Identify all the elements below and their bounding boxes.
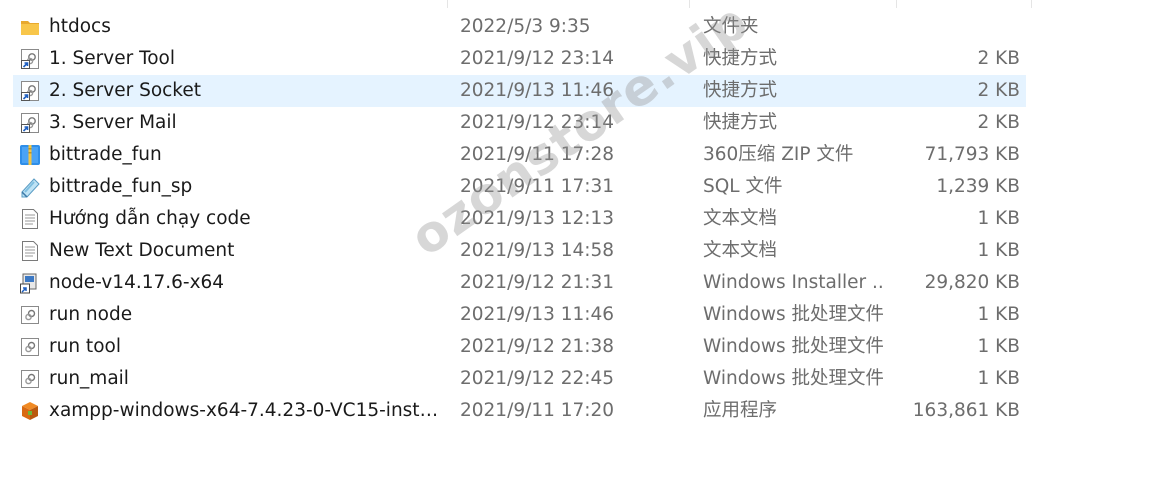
text-document-icon bbox=[19, 208, 41, 230]
file-size: 1 KB bbox=[977, 208, 1020, 229]
batch-file-icon bbox=[19, 336, 41, 358]
folder-icon bbox=[19, 16, 41, 38]
file-size: 29,820 KB bbox=[924, 272, 1020, 293]
file-size: 1 KB bbox=[977, 368, 1020, 389]
file-date-modified: 2021/9/13 14:58 bbox=[460, 240, 615, 261]
sql-file-icon bbox=[19, 176, 41, 198]
file-date-modified: 2021/9/12 22:45 bbox=[460, 368, 615, 389]
file-type: SQL 文件 bbox=[703, 176, 783, 197]
file-row[interactable]: run_mail 2021/9/12 22:45 Windows 批处理文件 1 KB bbox=[0, 363, 1166, 395]
file-list: htdocs 2022/5/3 9:35 文件夹 1. Server Tool 2021… bbox=[0, 11, 1166, 427]
file-name: 3. Server Mail bbox=[49, 112, 177, 133]
file-date-modified: 2021/9/12 21:38 bbox=[460, 336, 615, 357]
file-size: 1 KB bbox=[977, 240, 1020, 261]
file-size: 1,239 KB bbox=[936, 176, 1020, 197]
file-name: Hướng dẫn chạy code bbox=[49, 208, 251, 229]
file-type: 文本文档 bbox=[703, 208, 778, 229]
file-date-modified: 2021/9/12 23:14 bbox=[460, 112, 615, 133]
file-row[interactable]: 1. Server Tool 2021/9/12 23:14 快捷方式 2 KB bbox=[0, 43, 1166, 75]
batch-file-icon bbox=[19, 304, 41, 326]
file-size: 1 KB bbox=[977, 336, 1020, 357]
text-document-icon bbox=[19, 240, 41, 262]
file-row[interactable]: run node 2021/9/13 11:46 Windows 批处理文件 1 KB bbox=[0, 299, 1166, 331]
file-type: Windows Installer ... bbox=[703, 272, 883, 293]
file-row[interactable]: node-v14.17.6-x64 2021/9/12 21:31 Windows … bbox=[0, 267, 1166, 299]
file-name: 1. Server Tool bbox=[49, 48, 176, 69]
shortcut-icon bbox=[19, 80, 41, 102]
file-type: Windows 批处理文件 bbox=[703, 336, 883, 357]
file-explorer: htdocs 2022/5/3 9:35 文件夹 1. Server Tool 2021… bbox=[0, 0, 1166, 488]
file-size: 163,861 KB bbox=[912, 400, 1020, 421]
file-type: 快捷方式 bbox=[703, 48, 778, 69]
file-date-modified: 2021/9/11 17:31 bbox=[460, 176, 615, 197]
file-name: 2. Server Socket bbox=[49, 80, 202, 101]
file-row[interactable]: 3. Server Mail 2021/9/12 23:14 快捷方式 2 KB bbox=[0, 107, 1166, 139]
file-size: 1 KB bbox=[977, 304, 1020, 325]
file-date-modified: 2021/9/12 23:14 bbox=[460, 48, 615, 69]
file-name: bittrade_fun bbox=[49, 144, 162, 165]
installer-icon bbox=[19, 272, 41, 294]
file-type: 文件夹 bbox=[703, 16, 759, 37]
file-type: 快捷方式 bbox=[703, 80, 778, 101]
file-name: run_mail bbox=[49, 368, 129, 389]
file-date-modified: 2021/9/12 21:31 bbox=[460, 272, 615, 293]
file-row[interactable]: 2. Server Socket 2021/9/13 11:46 快捷方式 2 KB bbox=[0, 75, 1166, 107]
file-date-modified: 2021/9/11 17:28 bbox=[460, 144, 615, 165]
file-name: htdocs bbox=[49, 16, 111, 37]
file-name: node-v14.17.6-x64 bbox=[49, 272, 225, 293]
file-row[interactable]: run tool 2021/9/12 21:38 Windows 批处理文件 1 KB bbox=[0, 331, 1166, 363]
column-divider[interactable] bbox=[689, 0, 690, 8]
file-name: bittrade_fun_sp bbox=[49, 176, 193, 197]
file-row[interactable]: xampp-windows-x64-7.4.23-0-VC15-install.… bbox=[0, 395, 1166, 427]
file-row[interactable]: New Text Document 2021/9/13 14:58 文本文档 1 KB bbox=[0, 235, 1166, 267]
file-date-modified: 2021/9/11 17:20 bbox=[460, 400, 615, 421]
file-size: 2 KB bbox=[977, 80, 1020, 101]
file-row[interactable]: bittrade_fun_sp 2021/9/11 17:31 SQL 文件 1,23… bbox=[0, 171, 1166, 203]
file-name: xampp-windows-x64-7.4.23-0-VC15-install.… bbox=[49, 400, 444, 421]
shortcut-icon bbox=[19, 112, 41, 134]
file-type: 快捷方式 bbox=[703, 112, 778, 133]
zip-archive-icon bbox=[19, 144, 41, 166]
batch-file-icon bbox=[19, 368, 41, 390]
column-divider[interactable] bbox=[447, 0, 448, 8]
file-name: New Text Document bbox=[49, 240, 235, 261]
file-date-modified: 2021/9/13 11:46 bbox=[460, 80, 615, 101]
file-type: 文本文档 bbox=[703, 240, 778, 261]
file-size: 2 KB bbox=[977, 112, 1020, 133]
shortcut-icon bbox=[19, 48, 41, 70]
file-type: Windows 批处理文件 bbox=[703, 304, 883, 325]
file-name: run node bbox=[49, 304, 133, 325]
file-type: Windows 批处理文件 bbox=[703, 368, 883, 389]
file-size: 2 KB bbox=[977, 48, 1020, 69]
file-size: 71,793 KB bbox=[924, 144, 1020, 165]
application-icon bbox=[19, 400, 41, 422]
file-type: 应用程序 bbox=[703, 400, 778, 421]
file-row[interactable]: htdocs 2022/5/3 9:35 文件夹 bbox=[0, 11, 1166, 43]
column-divider[interactable] bbox=[1031, 0, 1032, 8]
file-date-modified: 2021/9/13 12:13 bbox=[460, 208, 615, 229]
file-row[interactable]: Hướng dẫn chạy code 2021/9/13 12:13 文本文档 1 … bbox=[0, 203, 1166, 235]
file-date-modified: 2021/9/13 11:46 bbox=[460, 304, 615, 325]
file-date-modified: 2022/5/3 9:35 bbox=[460, 16, 591, 37]
file-type: 360压缩 ZIP 文件 bbox=[703, 144, 854, 165]
file-name: run tool bbox=[49, 336, 121, 357]
column-divider[interactable] bbox=[896, 0, 897, 8]
file-row[interactable]: bittrade_fun 2021/9/11 17:28 360压缩 ZIP 文件 7… bbox=[0, 139, 1166, 171]
